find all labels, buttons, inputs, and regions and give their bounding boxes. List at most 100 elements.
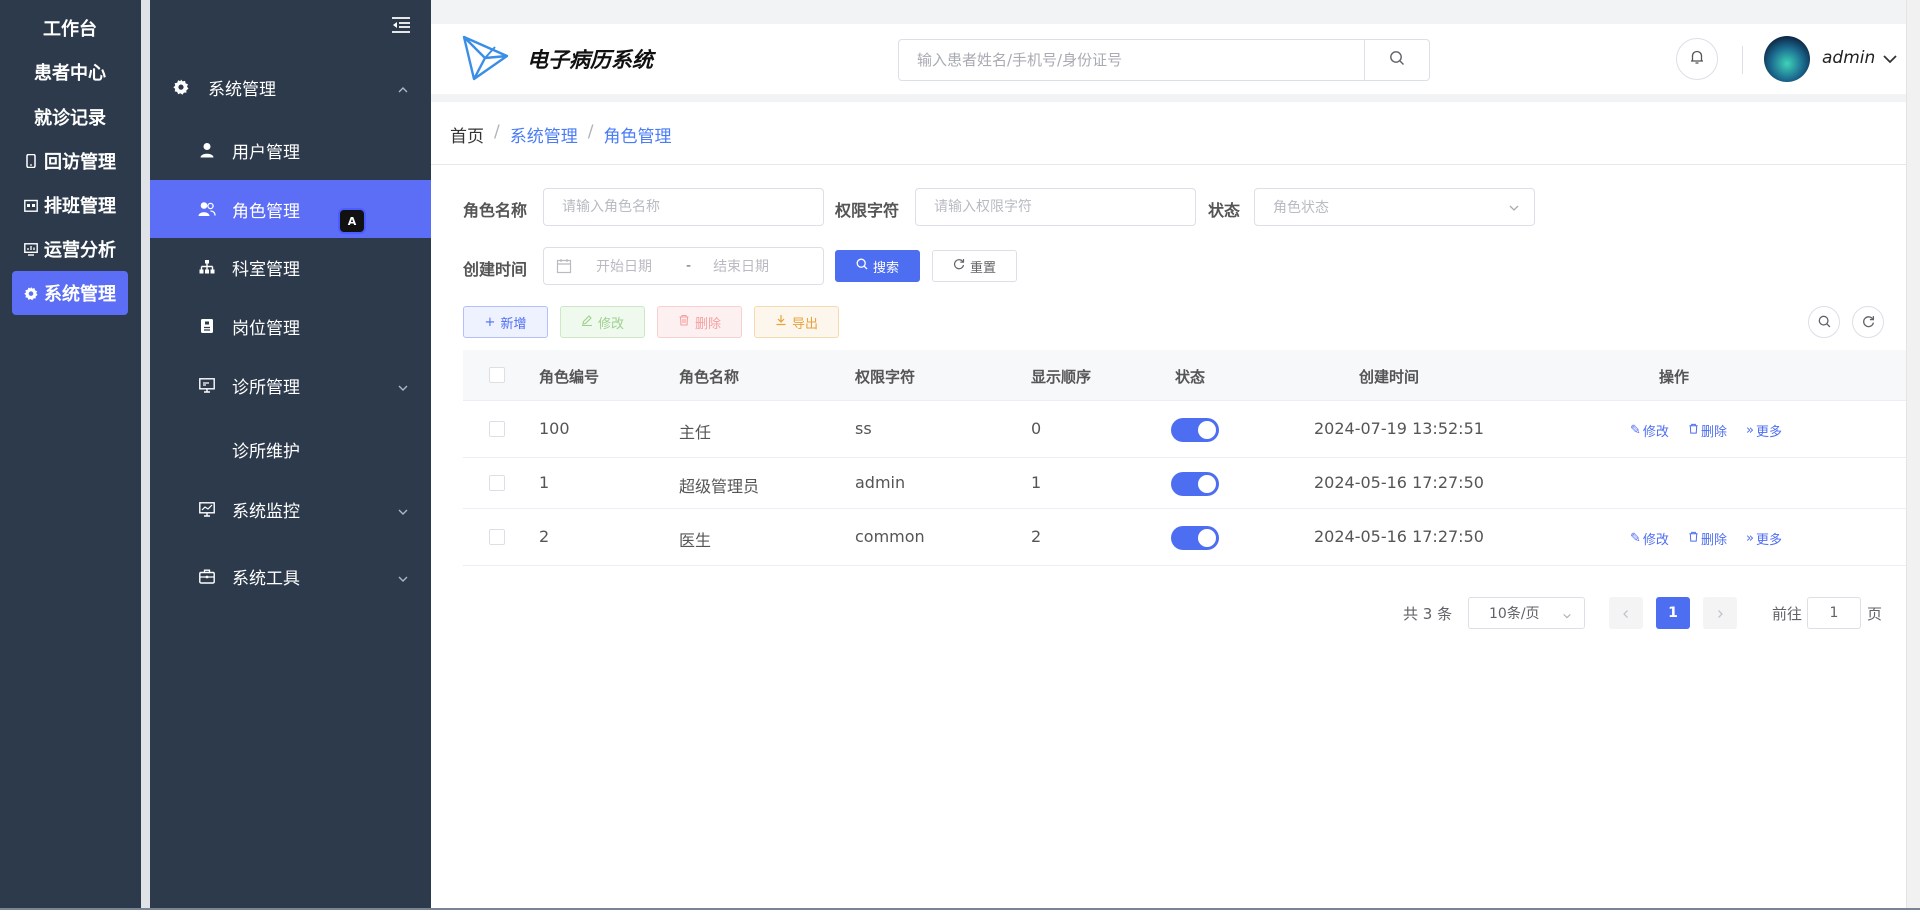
nav-item-scheduling[interactable]: 排班管理	[12, 183, 128, 227]
header: 电子病历系统 admin	[431, 24, 1906, 94]
column-header: 操作	[1659, 368, 1690, 386]
role-permission-cell: ss	[855, 419, 872, 438]
nav-item-label: 排班管理	[44, 196, 116, 217]
status-select[interactable]: 角色状态	[1254, 188, 1535, 226]
breadcrumb-section[interactable]: 系统管理	[510, 122, 578, 147]
nav-item-follow-up[interactable]: 回访管理	[12, 139, 128, 183]
trash-icon	[1688, 423, 1699, 438]
row-delete-link[interactable]: 删除	[1688, 529, 1727, 548]
status-toggle[interactable]	[1171, 526, 1219, 550]
collapse-menu-icon[interactable]	[391, 16, 411, 34]
users-icon	[198, 200, 216, 218]
select-all-checkbox[interactable]	[489, 367, 505, 383]
tree-icon	[198, 258, 216, 276]
sidebar-item-posts[interactable]: 岗位管理	[150, 297, 431, 355]
main-content: 电子病历系统 admin 首页 / 系统管理 / 角色管理 角色名称 权限字符 …	[431, 0, 1918, 910]
role-name-input[interactable]	[543, 188, 824, 226]
goto-page-input[interactable]	[1807, 597, 1861, 629]
sidebar-item-departments[interactable]: 科室管理	[150, 238, 431, 296]
nav-item-operations[interactable]: 运营分析	[12, 227, 128, 271]
patient-search-input[interactable]	[898, 39, 1365, 81]
page-number-current[interactable]: 1	[1656, 597, 1690, 629]
nav-item-patient-center[interactable]: 患者中心	[12, 50, 128, 94]
refresh-button[interactable]	[1852, 306, 1884, 338]
date-range-separator: -	[686, 258, 692, 274]
start-date-input[interactable]: 开始日期	[596, 256, 652, 276]
sidebar-item-label: 岗位管理	[232, 318, 300, 339]
toggle-search-button[interactable]	[1808, 306, 1840, 338]
sidebar-item-clinic-maintenance[interactable]: 诊所维护	[150, 420, 431, 478]
row-delete-label: 删除	[1701, 425, 1728, 440]
user-name[interactable]: admin	[1822, 48, 1875, 68]
delete-button[interactable]: 删除	[657, 306, 742, 338]
sidebar-item-tools[interactable]: 系统工具	[150, 547, 431, 605]
end-date-input[interactable]: 结束日期	[713, 256, 769, 276]
sidebar-item-roles[interactable]: 角色管理	[150, 180, 431, 238]
edit-button[interactable]: 修改	[560, 306, 645, 338]
row-edit-link[interactable]: ✎ 修改	[1630, 529, 1669, 548]
row-more-label: 更多	[1755, 425, 1782, 440]
sidebar-item-label: 角色管理	[232, 201, 300, 222]
sidebar-item-label: 诊所管理	[232, 377, 300, 398]
date-range-picker[interactable]: 开始日期 - 结束日期	[543, 247, 824, 285]
status-toggle[interactable]	[1171, 418, 1219, 442]
export-button[interactable]: 导出	[754, 306, 839, 338]
nav-item-label: 工作台	[43, 19, 97, 40]
row-more-label: 更多	[1755, 533, 1782, 548]
nav-item-system[interactable]: 系统管理	[12, 271, 128, 315]
row-delete-link[interactable]: 删除	[1688, 421, 1727, 440]
next-page-button[interactable]	[1703, 597, 1737, 629]
permission-input[interactable]	[915, 188, 1196, 226]
nav-item-label: 就诊记录	[34, 108, 106, 129]
chevron-down-icon	[1508, 202, 1520, 214]
row-checkbox[interactable]	[489, 529, 505, 545]
edit-icon: ✎	[1630, 531, 1641, 546]
search-button[interactable]: 搜索	[835, 250, 920, 282]
breadcrumb-separator: /	[494, 122, 500, 142]
translate-icon[interactable]: A	[338, 208, 366, 234]
prev-page-button[interactable]	[1609, 597, 1643, 629]
sidebar-item-monitoring[interactable]: 系统监控	[150, 480, 431, 538]
row-checkbox[interactable]	[489, 421, 505, 437]
goto-label: 前往	[1772, 605, 1803, 623]
chevron-down-icon	[397, 379, 409, 391]
created-time-label: 创建时间	[463, 260, 528, 279]
row-more-link[interactable]: » 更多	[1746, 421, 1782, 440]
row-checkbox[interactable]	[489, 475, 505, 491]
calendar-icon	[556, 258, 572, 274]
top-strip	[431, 0, 1906, 24]
page-size-select[interactable]: 10条/页	[1468, 597, 1585, 629]
search-icon	[856, 258, 868, 274]
row-more-link[interactable]: » 更多	[1746, 529, 1782, 548]
nav-item-label: 运营分析	[44, 240, 116, 261]
row-edit-link[interactable]: ✎ 修改	[1630, 421, 1669, 440]
nav-item-visit-records[interactable]: 就诊记录	[12, 95, 128, 139]
nav-item-workbench[interactable]: 工作台	[12, 6, 128, 50]
badge-icon	[198, 317, 216, 335]
sidebar-item-label: 用户管理	[232, 142, 300, 163]
scrollbar[interactable]	[1906, 0, 1920, 910]
search-button[interactable]	[1365, 39, 1430, 81]
sidebar-item-clinics[interactable]: 诊所管理	[150, 356, 431, 414]
status-label: 状态	[1208, 201, 1241, 220]
chevron-down-icon	[397, 570, 409, 582]
add-button[interactable]: + 新增	[463, 306, 548, 338]
phone-icon	[24, 154, 38, 168]
table-row: 2 医生 common 2 2024-05-16 17:27:50 ✎ 修改 删除…	[463, 509, 1918, 566]
sidebar-item-users[interactable]: 用户管理	[150, 121, 431, 179]
sidebar-group-system[interactable]: 系统管理	[150, 58, 431, 116]
edit-icon	[581, 314, 593, 330]
breadcrumb-separator: /	[587, 122, 594, 142]
notification-button[interactable]	[1676, 38, 1718, 80]
breadcrumb-home[interactable]: 首页	[450, 122, 484, 147]
role-id-cell: 2	[539, 527, 550, 546]
avatar[interactable]	[1764, 36, 1810, 82]
header-separator	[431, 94, 1906, 102]
role-order-cell: 2	[1031, 527, 1042, 546]
column-header: 角色名称	[679, 368, 740, 386]
reset-button[interactable]: 重置	[932, 250, 1017, 282]
chevron-down-icon[interactable]	[1881, 50, 1899, 68]
status-toggle[interactable]	[1171, 472, 1219, 496]
plus-icon: +	[484, 314, 496, 330]
breadcrumb: 首页 / 系统管理 / 角色管理	[450, 122, 671, 147]
